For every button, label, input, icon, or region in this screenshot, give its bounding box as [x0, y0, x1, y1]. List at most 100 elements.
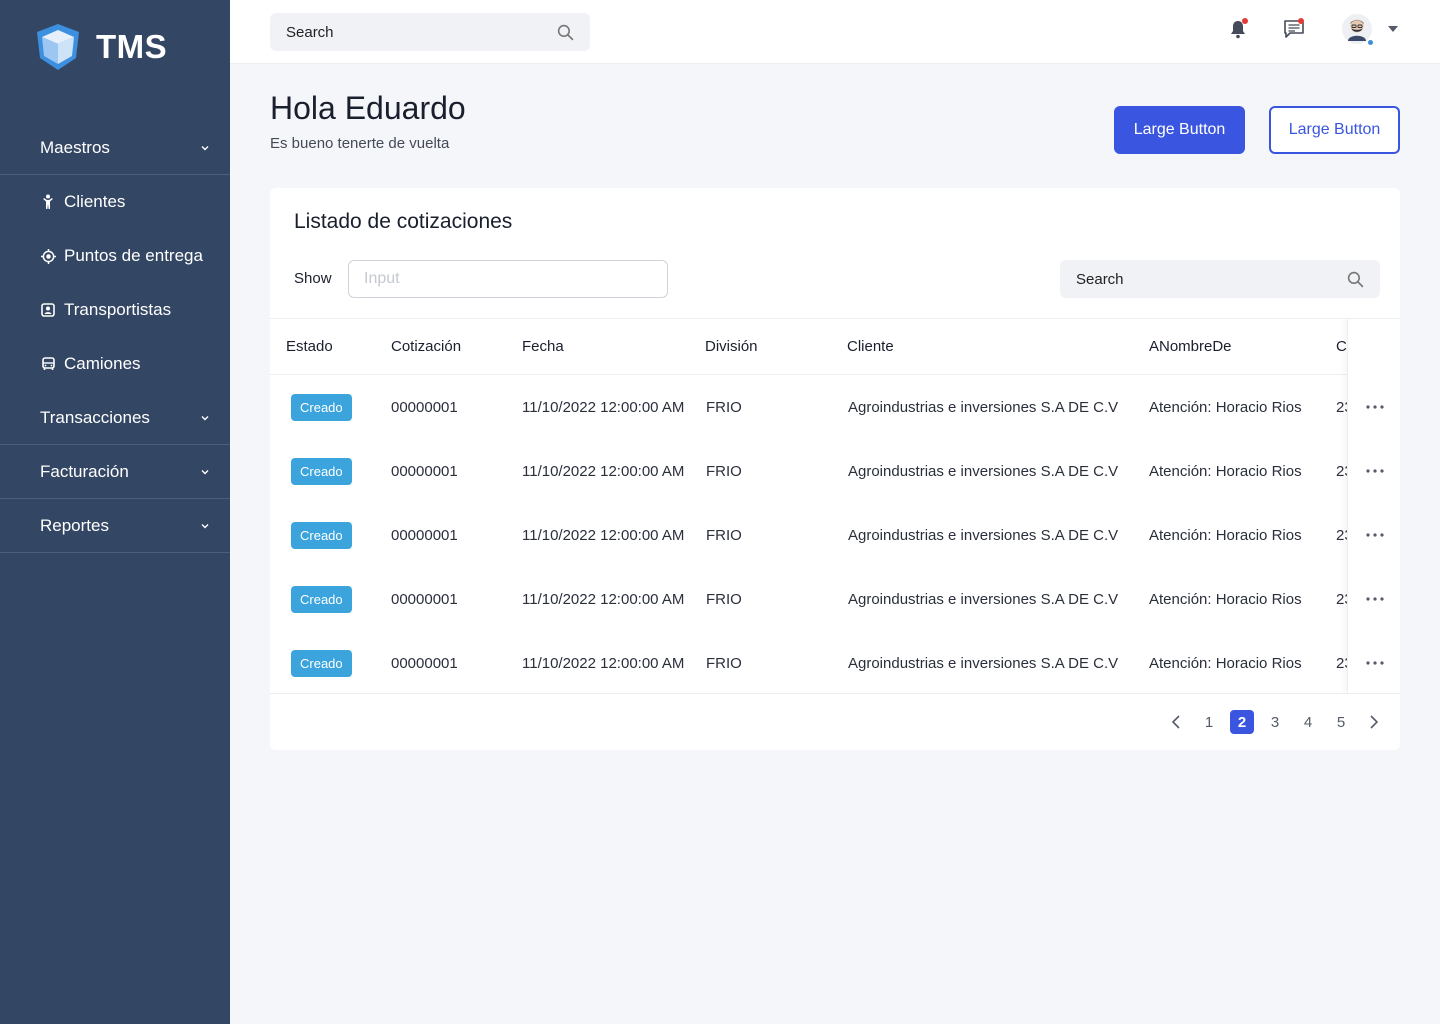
page-button-2-current[interactable]: 2	[1230, 710, 1254, 734]
page-subtitle: Es bueno tenerte de vuelta	[270, 135, 450, 152]
page-title: Hola Eduardo	[270, 90, 466, 126]
logo[interactable]: TMS	[34, 22, 167, 72]
show-input[interactable]	[348, 260, 668, 298]
sidebar-item-transportistas[interactable]: Transportistas	[0, 283, 230, 337]
column-header-truncated[interactable]: Co	[1336, 319, 1347, 374]
cell-cotizacion: 00000001	[391, 590, 458, 608]
sidebar-item-label: Puntos de entrega	[64, 246, 203, 265]
cell-fecha: 11/10/2022 12:00:00 AM	[522, 654, 685, 672]
sidebar-group-facturacion[interactable]: Facturación	[0, 445, 230, 499]
row-actions-button[interactable]	[1366, 398, 1384, 416]
cell-cliente: Agroindustrias e inversiones S.A DE C.V	[848, 590, 1119, 608]
page-button-1[interactable]: 1	[1197, 710, 1221, 734]
cell-anombrede: Atención: Horacio Rios	[1149, 654, 1302, 672]
outline-large-button[interactable]: Large Button	[1269, 106, 1400, 154]
table-header: Estado Cotización Fecha División Cliente…	[270, 319, 1347, 375]
column-header-cliente[interactable]: Cliente	[847, 319, 894, 374]
sidebar-item-camiones[interactable]: Camiones	[0, 337, 230, 391]
cell-anombrede: Atención: Horacio Rios	[1149, 590, 1302, 608]
cell-division: FRIO	[706, 654, 742, 672]
cell-cotizacion: 00000001	[391, 462, 458, 480]
chevron-left-icon	[1171, 715, 1180, 729]
pagination: 1 2 3 4 5	[1155, 710, 1386, 734]
table-row[interactable]: Creado 00000001 11/10/2022 12:00:00 AM F…	[270, 503, 1347, 567]
topbar: Search	[230, 0, 1440, 64]
app-name: TMS	[96, 28, 168, 65]
cell-fecha: 11/10/2022 12:00:00 AM	[522, 590, 685, 608]
page-button-5[interactable]: 5	[1329, 710, 1353, 734]
cell-cliente: Agroindustrias e inversiones S.A DE C.V	[848, 654, 1119, 672]
row-actions-button[interactable]	[1366, 590, 1384, 608]
row-actions-button[interactable]	[1366, 462, 1384, 480]
search-icon	[1347, 271, 1364, 287]
page-button-3[interactable]: 3	[1263, 710, 1287, 734]
cell-truncated: 23	[1336, 590, 1347, 608]
sidebar-group-maestros[interactable]: Maestros	[0, 121, 230, 175]
sidebar-group-label: Maestros	[40, 137, 110, 157]
sidebar-item-puntos-de-entrega[interactable]: Puntos de entrega	[0, 229, 230, 283]
notification-dot	[1298, 18, 1304, 24]
truck-icon	[40, 356, 56, 372]
sidebar-item-label: Clientes	[64, 192, 126, 211]
sidebar-group-transacciones[interactable]: Transacciones	[0, 391, 230, 445]
cell-truncated: 23	[1336, 462, 1347, 480]
table-row[interactable]: Creado 00000001 11/10/2022 12:00:00 AM F…	[270, 631, 1347, 693]
table-row[interactable]: Creado 00000001 11/10/2022 12:00:00 AM F…	[270, 439, 1347, 503]
sidebar-group-label: Facturación	[40, 461, 129, 481]
chevron-down-icon	[201, 469, 209, 474]
more-horizontal-icon	[1366, 661, 1384, 665]
quotes-table: Estado Cotización Fecha División Cliente…	[270, 318, 1400, 694]
next-page-button[interactable]	[1362, 710, 1386, 734]
row-actions-button[interactable]	[1366, 654, 1384, 672]
cell-cliente: Agroindustrias e inversiones S.A DE C.V	[848, 398, 1119, 416]
cell-cliente: Agroindustrias e inversiones S.A DE C.V	[848, 526, 1119, 544]
sidebar: TMS Maestros Clientes Puntos de entrega …	[0, 0, 230, 1024]
more-horizontal-icon	[1366, 405, 1384, 409]
top-search-input[interactable]: Search	[270, 13, 590, 51]
logo-cube-icon	[37, 24, 79, 70]
notifications-button[interactable]	[1226, 17, 1250, 41]
table-row[interactable]: Creado 00000001 11/10/2022 12:00:00 AM F…	[270, 375, 1347, 439]
cell-truncated: 23	[1336, 654, 1347, 672]
sidebar-nav: Maestros Clientes Puntos de entrega Tran…	[0, 121, 230, 553]
sidebar-group-label: Reportes	[40, 515, 109, 535]
messages-button[interactable]	[1282, 17, 1306, 41]
avatar[interactable]	[1342, 14, 1374, 46]
status-badge: Creado	[291, 457, 352, 485]
page-button-4[interactable]: 4	[1296, 710, 1320, 734]
target-icon	[40, 248, 56, 264]
sidebar-group-label: Transacciones	[40, 407, 150, 427]
cell-fecha: 11/10/2022 12:00:00 AM	[522, 398, 685, 416]
cell-fecha: 11/10/2022 12:00:00 AM	[522, 462, 685, 480]
more-horizontal-icon	[1366, 469, 1384, 473]
caret-down-icon	[1388, 26, 1398, 32]
column-header-cotizacion[interactable]: Cotización	[391, 319, 461, 374]
status-badge: Creado	[291, 393, 352, 421]
search-icon	[557, 24, 574, 40]
profile-menu-toggle[interactable]	[1386, 17, 1400, 41]
table-row[interactable]: Creado 00000001 11/10/2022 12:00:00 AM F…	[270, 567, 1347, 631]
quotes-card: Listado de cotizaciones Show Search Esta…	[270, 188, 1400, 750]
sidebar-item-label: Transportistas	[64, 300, 172, 319]
table-search-input[interactable]: Search	[1060, 260, 1380, 298]
status-badge: Creado	[291, 585, 352, 613]
column-header-division[interactable]: División	[705, 319, 758, 374]
more-horizontal-icon	[1366, 597, 1384, 601]
show-label: Show	[294, 270, 332, 287]
primary-large-button[interactable]: Large Button	[1114, 106, 1245, 154]
prev-page-button[interactable]	[1164, 710, 1188, 734]
column-header-anombrede[interactable]: ANombreDe	[1149, 319, 1232, 374]
column-header-fecha[interactable]: Fecha	[522, 319, 564, 374]
cell-truncated: 23	[1336, 526, 1347, 544]
row-actions-button[interactable]	[1366, 526, 1384, 544]
column-header-estado[interactable]: Estado	[286, 319, 333, 374]
id-badge-icon	[40, 302, 56, 318]
cell-division: FRIO	[706, 398, 742, 416]
notification-dot	[1242, 18, 1248, 24]
sidebar-group-reportes[interactable]: Reportes	[0, 499, 230, 553]
cell-division: FRIO	[706, 462, 742, 480]
cell-truncated: 23	[1336, 398, 1347, 416]
row-actions-column	[1347, 319, 1400, 693]
topbar-actions	[1226, 14, 1400, 46]
sidebar-item-clientes[interactable]: Clientes	[0, 175, 230, 229]
